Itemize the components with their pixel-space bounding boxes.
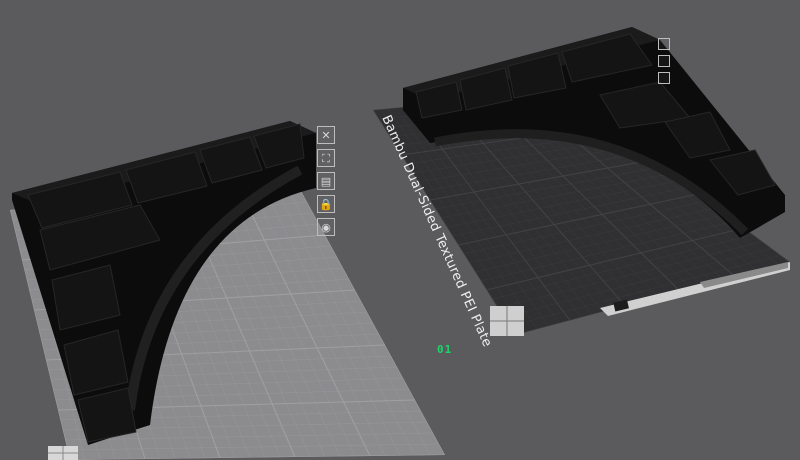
build-plate-scene[interactable] bbox=[0, 0, 800, 460]
plate-1-origin-marker bbox=[48, 446, 78, 460]
settings-icon[interactable]: ◉ bbox=[317, 218, 335, 236]
plate-2-auto-orient-icon[interactable] bbox=[658, 55, 670, 67]
plate-number-label: 01 bbox=[437, 343, 453, 356]
plate-2-settings-icon[interactable] bbox=[658, 72, 670, 84]
lock-icon[interactable]: 🔒 bbox=[317, 195, 335, 213]
plate-2-close-icon[interactable] bbox=[658, 38, 670, 50]
plate-2-toolbar bbox=[658, 38, 670, 84]
close-icon[interactable]: ✕ bbox=[317, 126, 335, 144]
3d-viewport[interactable]: ✕ ⛶ ▤ 🔒 ◉ 01 Bambu Dual-Sided Textured PEI P… bbox=[0, 0, 800, 460]
plate-settings-icon[interactable]: ▤ bbox=[317, 172, 335, 190]
plate-2-origin-marker bbox=[490, 306, 524, 336]
auto-orient-icon[interactable]: ⛶ bbox=[317, 149, 335, 167]
plate-1-toolbar: ✕ ⛶ ▤ 🔒 ◉ bbox=[317, 126, 335, 236]
